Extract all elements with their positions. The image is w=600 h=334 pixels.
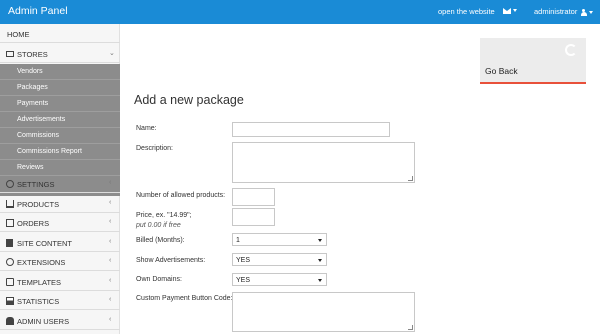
submenu-item-commissions-report[interactable]: Commissions Report: [0, 144, 120, 160]
sidebar-item-label: EXTENSIONS: [17, 258, 66, 267]
brand-title[interactable]: Admin Panel: [8, 5, 68, 17]
sidebar-item-label: SITE CONTENT: [17, 239, 73, 248]
go-back-label: Go Back: [485, 66, 518, 76]
name-label: Name:: [136, 125, 157, 132]
cart-icon: [6, 200, 14, 208]
price-input[interactable]: [232, 208, 275, 226]
submenu-item-packages[interactable]: Packages: [0, 80, 120, 96]
sidebar-item-site-content[interactable]: SITE CONTENT ‹: [0, 233, 120, 252]
submenu-item-payments[interactable]: Payments: [0, 96, 120, 112]
orders-icon: [6, 219, 14, 227]
billed-months-select[interactable]: 1: [232, 233, 327, 246]
chevron-down-icon: ⌄: [109, 50, 115, 57]
chevron-left-icon: ‹: [109, 199, 112, 206]
chevron-left-icon: ‹: [109, 218, 112, 225]
chevron-left-icon: ‹: [109, 238, 112, 245]
payment-label: Custom Payment Button Code:: [136, 295, 233, 302]
submenu-item-vendors[interactable]: Vendors: [0, 64, 120, 80]
chevron-left-icon: ‹: [109, 277, 112, 284]
chevron-left-icon: ‹: [109, 257, 112, 264]
templates-icon: [6, 278, 14, 286]
sidebar-item-stores[interactable]: STORES ⌄: [0, 44, 120, 63]
resize-grip-icon[interactable]: [408, 325, 413, 330]
price-label: Price, ex. "14.99";: [136, 212, 192, 219]
extensions-icon: [6, 258, 14, 266]
description-label: Description:: [136, 145, 173, 152]
ads-label: Show Advertisements:: [136, 257, 206, 264]
refresh-icon: [565, 44, 577, 56]
sidebar-item-label: HOME: [7, 30, 30, 39]
description-textarea[interactable]: [232, 142, 415, 183]
submenu-item-advertisements[interactable]: Advertisements: [0, 112, 120, 128]
sidebar-item-templates[interactable]: TEMPLATES ‹: [0, 272, 120, 291]
store-icon: [6, 51, 14, 57]
payment-code-textarea[interactable]: [232, 292, 415, 332]
show-ads-value: YES: [236, 257, 251, 264]
sidebar-item-label: TEMPLATES: [17, 278, 62, 287]
gear-icon: [6, 180, 14, 188]
chevron-left-icon: ‹: [109, 316, 112, 323]
billed-label: Billed (Months):: [136, 237, 185, 244]
envelope-icon: [503, 7, 511, 14]
username: administrator: [534, 7, 578, 16]
sidebar-item-label: PRODUCTS: [17, 200, 60, 209]
sidebar-item-label: ADMIN USERS: [17, 317, 70, 326]
price-hint: put 0.00 if free: [136, 221, 181, 230]
users-icon: [6, 317, 14, 325]
submenu-item-commissions[interactable]: Commissions: [0, 128, 120, 144]
show-ads-select[interactable]: YES: [232, 253, 327, 266]
sidebar-item-label: STATISTICS: [17, 297, 60, 306]
sidebar-item-home[interactable]: HOME: [0, 24, 120, 43]
resize-grip-icon[interactable]: [408, 176, 413, 181]
sidebar-item-orders[interactable]: ORDERS ‹: [0, 213, 120, 232]
user-icon: [580, 8, 587, 16]
page-title: Add a new package: [134, 93, 244, 107]
name-input[interactable]: [232, 122, 390, 137]
messages-dropdown[interactable]: [503, 6, 517, 15]
select-arrow-icon: [318, 259, 322, 262]
sidebar-item-label: STORES: [17, 50, 48, 59]
sidebar-item-statistics[interactable]: STATISTICS ‹: [0, 291, 120, 310]
own-domains-value: YES: [236, 277, 251, 284]
top-bar: Admin Panel open the website administrat…: [0, 0, 600, 24]
products-label: Number of allowed products:: [136, 192, 226, 199]
select-arrow-icon: [318, 239, 322, 242]
sidebar-item-label: SETTINGS: [17, 180, 55, 189]
domains-label: Own Domains:: [136, 276, 182, 283]
chevron-down-icon: [513, 9, 517, 13]
sidebar-item-settings[interactable]: SETTINGS ‹: [0, 174, 120, 193]
chevron-down-icon: [589, 10, 594, 14]
site-content-icon: [6, 239, 13, 247]
billed-months-value: 1: [236, 237, 240, 244]
sidebar: HOME STORES ⌄ Vendors Packages Payments …: [0, 24, 120, 334]
sidebar-item-products[interactable]: PRODUCTS ‹: [0, 194, 120, 213]
own-domains-select[interactable]: YES: [232, 273, 327, 286]
open-website-link[interactable]: open the website: [438, 7, 495, 16]
sidebar-item-admin-users[interactable]: ADMIN USERS ‹: [0, 311, 120, 330]
select-arrow-icon: [318, 279, 322, 282]
chevron-left-icon: ‹: [109, 296, 112, 303]
statistics-icon: [6, 297, 14, 305]
user-menu[interactable]: administrator: [534, 7, 594, 16]
sidebar-item-extensions[interactable]: EXTENSIONS ‹: [0, 252, 120, 271]
chevron-left-icon: ‹: [109, 179, 112, 186]
sidebar-item-label: ORDERS: [17, 219, 50, 228]
allowed-products-input[interactable]: [232, 188, 275, 206]
price-hint-text: put 0.00 if free: [136, 222, 181, 229]
